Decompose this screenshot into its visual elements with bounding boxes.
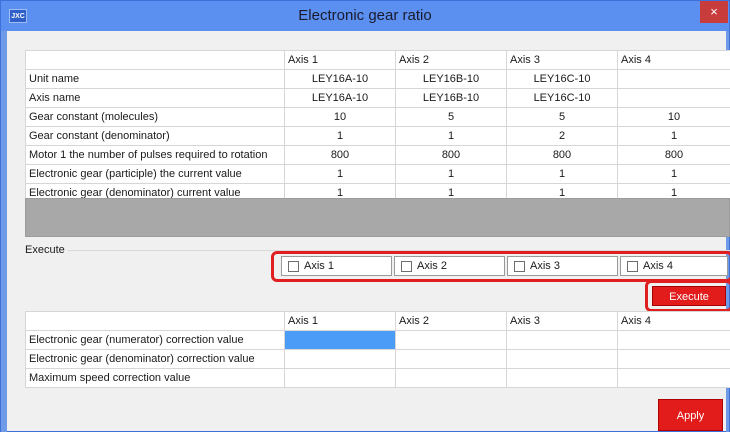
table-cell[interactable] (506, 368, 618, 388)
row-label-axis-name: Axis name (25, 88, 285, 108)
column-header-axis-1: Axis 1 (284, 50, 396, 70)
table-cell[interactable] (284, 349, 396, 369)
table-cell[interactable]: 1 (284, 164, 396, 184)
table-cell[interactable]: 800 (395, 145, 507, 165)
column-header-axis-2: Axis 2 (395, 311, 507, 331)
title-bar: JXC Electronic gear ratio × (1, 1, 729, 31)
row-label-gear-participle-current: Electronic gear (participle) the current… (25, 164, 285, 184)
table-cell[interactable]: LEY16B-10 (395, 69, 507, 89)
execute-group-label: Execute (25, 244, 65, 256)
table-cell[interactable]: 1 (506, 164, 618, 184)
close-button[interactable]: × (700, 1, 728, 23)
table-row: Unit name LEY16A-10 LEY16B-10 LEY16C-10 (25, 69, 730, 89)
table-row: Maximum speed correction value (25, 368, 730, 388)
table-cell[interactable]: 2 (506, 126, 618, 146)
table-cell[interactable]: 1 (395, 126, 507, 146)
table-cell[interactable] (617, 330, 730, 350)
corner-header (25, 311, 285, 331)
table-cell-selected[interactable] (284, 330, 396, 350)
row-label-pulses-per-rotation: Motor 1 the number of pulses required to… (25, 145, 285, 165)
table-row: Gear constant (molecules) 10 5 5 10 (25, 107, 730, 127)
row-label-gear-constant-molecules: Gear constant (molecules) (25, 107, 285, 127)
execute-button-highlight (645, 280, 730, 312)
column-header-axis-2: Axis 2 (395, 50, 507, 70)
table-row: Axis name LEY16A-10 LEY16B-10 LEY16C-10 (25, 88, 730, 108)
axis-checkbox-highlight (271, 251, 730, 282)
table-header-row: Axis 1 Axis 2 Axis 3 Axis 4 (25, 311, 730, 331)
table-cell[interactable] (617, 69, 730, 89)
table-cell[interactable]: 1 (617, 126, 730, 146)
window-left-border (1, 31, 7, 432)
table-cell[interactable]: 1 (395, 164, 507, 184)
table-header-row: Axis 1 Axis 2 Axis 3 Axis 4 (25, 50, 730, 70)
column-header-axis-4: Axis 4 (617, 50, 730, 70)
table-cell[interactable] (617, 349, 730, 369)
table-cell[interactable]: LEY16A-10 (284, 69, 396, 89)
table-cell[interactable] (506, 330, 618, 350)
table-cell[interactable] (617, 88, 730, 108)
column-header-axis-1: Axis 1 (284, 311, 396, 331)
table-cell[interactable]: 800 (284, 145, 396, 165)
table-row: Electronic gear (participle) the current… (25, 164, 730, 184)
row-label-denominator-correction: Electronic gear (denominator) correction… (25, 349, 285, 369)
corner-header (25, 50, 285, 70)
column-header-axis-3: Axis 3 (506, 311, 618, 331)
table-cell[interactable]: 1 (617, 164, 730, 184)
correction-values-table: Axis 1 Axis 2 Axis 3 Axis 4 Electronic g… (25, 311, 730, 388)
table-cell[interactable]: 1 (284, 126, 396, 146)
column-header-axis-4: Axis 4 (617, 311, 730, 331)
table-cell[interactable]: 10 (617, 107, 730, 127)
electronic-gear-ratio-window: JXC Electronic gear ratio × Axis 1 Axis … (0, 0, 730, 432)
table-cell[interactable] (395, 349, 507, 369)
table-cell[interactable]: LEY16A-10 (284, 88, 396, 108)
table-row: Gear constant (denominator) 1 1 2 1 (25, 126, 730, 146)
row-label-gear-constant-denominator: Gear constant (denominator) (25, 126, 285, 146)
column-header-axis-3: Axis 3 (506, 50, 618, 70)
table-cell[interactable]: 10 (284, 107, 396, 127)
table-cell[interactable]: LEY16C-10 (506, 69, 618, 89)
row-label-numerator-correction: Electronic gear (numerator) correction v… (25, 330, 285, 350)
table-cell[interactable]: 5 (506, 107, 618, 127)
row-label-unit-name: Unit name (25, 69, 285, 89)
table-cell[interactable]: LEY16C-10 (506, 88, 618, 108)
table-row: Motor 1 the number of pulses required to… (25, 145, 730, 165)
table-cell[interactable] (395, 368, 507, 388)
table-cell[interactable]: LEY16B-10 (395, 88, 507, 108)
table-cell[interactable] (506, 349, 618, 369)
table-empty-area (25, 198, 730, 237)
table-cell[interactable]: 800 (617, 145, 730, 165)
table-cell[interactable] (395, 330, 507, 350)
current-values-table: Axis 1 Axis 2 Axis 3 Axis 4 Unit name LE… (25, 50, 730, 203)
table-cell[interactable]: 5 (395, 107, 507, 127)
table-cell[interactable]: 800 (506, 145, 618, 165)
window-title: Electronic gear ratio (298, 7, 432, 24)
row-label-max-speed-correction: Maximum speed correction value (25, 368, 285, 388)
table-cell[interactable] (617, 368, 730, 388)
table-row: Electronic gear (denominator) correction… (25, 349, 730, 369)
apply-button[interactable]: Apply (658, 399, 723, 431)
table-cell[interactable] (284, 368, 396, 388)
table-row: Electronic gear (numerator) correction v… (25, 330, 730, 350)
